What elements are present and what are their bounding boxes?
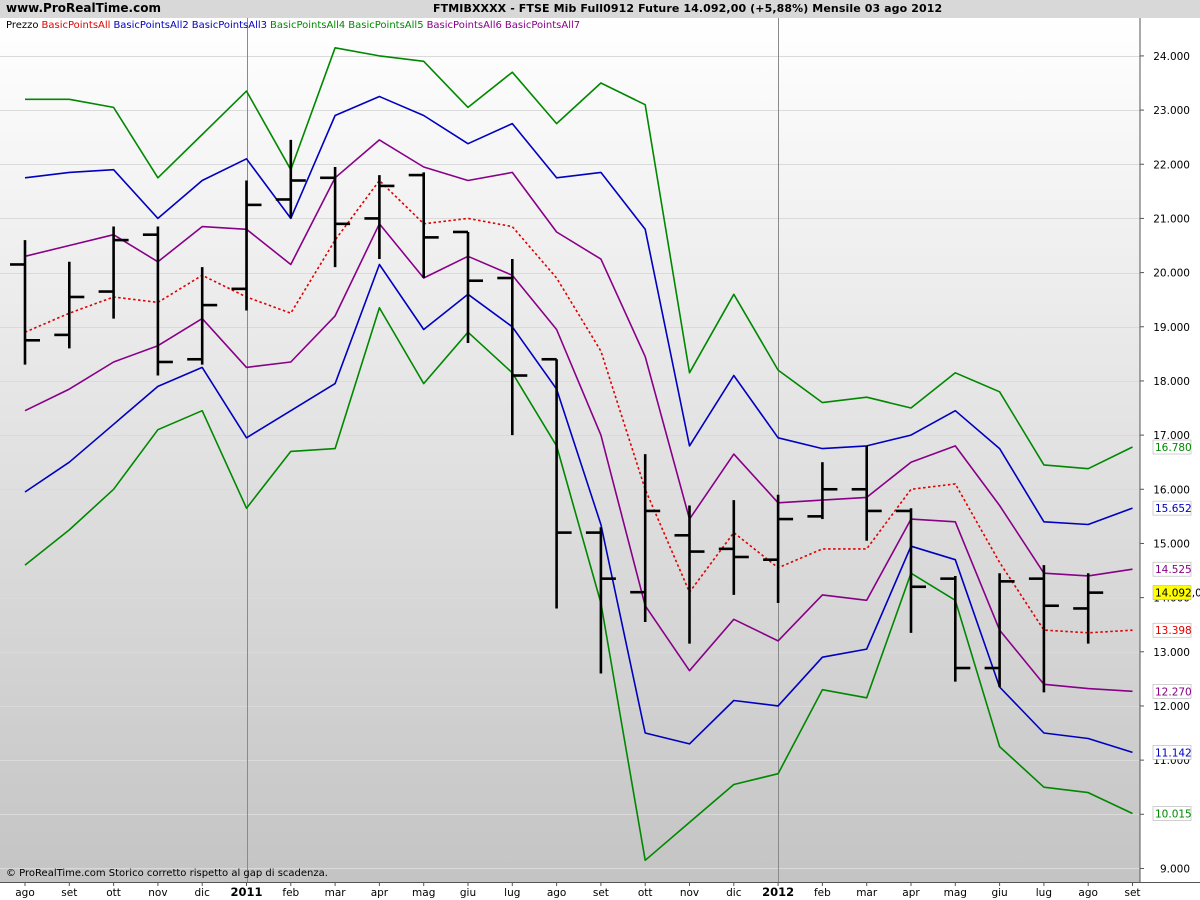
last-value-text: 13.398 bbox=[1155, 625, 1192, 637]
site-name[interactable]: www.ProRealTime.com bbox=[6, 1, 161, 15]
y-tick-label: 19.000 bbox=[1153, 322, 1190, 334]
legend-entry[interactable]: BasicPointsAll3 bbox=[192, 20, 267, 31]
y-tick-label: 9.000 bbox=[1160, 863, 1190, 875]
x-tick-label: dic bbox=[726, 887, 742, 899]
last-value-text: 16.780 bbox=[1155, 442, 1192, 454]
x-tick-label: nov bbox=[680, 887, 699, 899]
x-tick-label: set bbox=[61, 887, 77, 899]
x-tick-label: lug bbox=[1036, 887, 1052, 899]
y-tick-label: 12.000 bbox=[1153, 701, 1190, 713]
x-tick-label: ago bbox=[547, 887, 567, 899]
last-value-text: 15.652 bbox=[1155, 503, 1192, 515]
y-tick-label: 23.000 bbox=[1153, 105, 1190, 117]
chart-title: FTMIBXXXX - FTSE Mib Full0912 Future 14.… bbox=[433, 2, 943, 15]
x-tick-label: ago bbox=[15, 887, 35, 899]
x-tick-label: feb bbox=[282, 887, 299, 899]
x-tick-label: dic bbox=[195, 887, 211, 899]
price-chart[interactable]: 9.00010.00011.00012.00013.00014.00015.00… bbox=[0, 18, 1200, 900]
legend: Prezzo BasicPointsAll BasicPointsAll2 Basic… bbox=[6, 20, 583, 31]
x-tick-label: nov bbox=[148, 887, 167, 899]
y-tick-label: 15.000 bbox=[1153, 538, 1190, 550]
legend-entry[interactable]: BasicPointsAll4 bbox=[270, 20, 345, 31]
x-tick-label: ott bbox=[638, 887, 653, 899]
x-tick-label: giu bbox=[460, 887, 476, 899]
x-tick-label: feb bbox=[814, 887, 831, 899]
x-tick-label: mag bbox=[944, 887, 967, 899]
x-tick-label: 2011 bbox=[230, 885, 262, 899]
y-tick-label: 21.000 bbox=[1153, 213, 1190, 225]
copyright-note: © ProRealTime.com Storico corretto rispe… bbox=[6, 868, 328, 879]
legend-entry[interactable]: BasicPointsAll6 bbox=[427, 20, 502, 31]
last-value-text: 11.142 bbox=[1155, 747, 1192, 759]
x-tick-label: apr bbox=[371, 887, 389, 899]
x-tick-label: 2012 bbox=[762, 885, 794, 899]
legend-entry[interactable]: BasicPointsAll bbox=[42, 20, 111, 31]
x-tick-label: set bbox=[593, 887, 609, 899]
x-tick-label: apr bbox=[902, 887, 920, 899]
x-tick-label: lug bbox=[504, 887, 520, 899]
x-tick-label: set bbox=[1124, 887, 1140, 899]
y-tick-label: 16.000 bbox=[1153, 484, 1190, 496]
plot-background bbox=[0, 18, 1140, 882]
x-tick-label: mar bbox=[856, 887, 878, 899]
x-tick-label: giu bbox=[991, 887, 1007, 899]
y-tick-label: 13.000 bbox=[1153, 647, 1190, 659]
y-tick-label: 20.000 bbox=[1153, 268, 1190, 280]
legend-entry[interactable]: Prezzo bbox=[6, 20, 39, 31]
legend-entry[interactable]: BasicPointsAll5 bbox=[348, 20, 423, 31]
last-value-text: 10.015 bbox=[1155, 808, 1192, 820]
last-value-text: 14.092,0 bbox=[1155, 588, 1200, 600]
x-tick-label: mar bbox=[325, 887, 347, 899]
legend-entry[interactable]: BasicPointsAll2 bbox=[113, 20, 188, 31]
x-tick-label: mag bbox=[412, 887, 435, 899]
y-tick-label: 18.000 bbox=[1153, 376, 1190, 388]
title-bar: www.ProRealTime.com FTMIBXXXX - FTSE Mib… bbox=[0, 0, 1200, 19]
y-tick-label: 24.000 bbox=[1153, 51, 1190, 63]
legend-entry[interactable]: BasicPointsAll7 bbox=[505, 20, 580, 31]
last-value-text: 14.525 bbox=[1155, 564, 1192, 576]
x-tick-label: ago bbox=[1078, 887, 1098, 899]
last-value-text: 12.270 bbox=[1155, 686, 1192, 698]
y-tick-label: 22.000 bbox=[1153, 159, 1190, 171]
x-tick-label: ott bbox=[106, 887, 121, 899]
